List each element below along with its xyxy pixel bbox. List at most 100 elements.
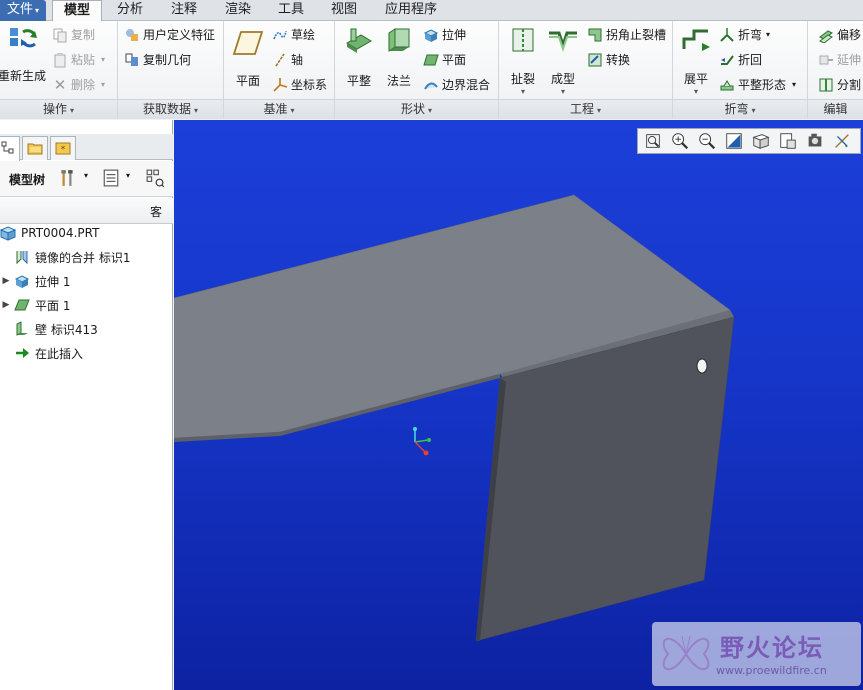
bend-button[interactable]: 折弯 ▾ (719, 26, 770, 43)
tree-item-part[interactable]: PRT0004.PRT (0, 222, 99, 244)
tab-render[interactable]: 渲染 (213, 0, 263, 21)
graphics-viewport[interactable]: * 野火论坛 www.proewildfire.cn (174, 120, 863, 690)
chevron-down-icon: ▾ (693, 87, 698, 96)
corner-relief-button[interactable]: 拐角止裂槽 (587, 26, 666, 43)
udf-icon (126, 28, 138, 41)
boundary-blend-icon (424, 82, 438, 90)
favorites-icon: * (55, 142, 71, 155)
extrude-icon (423, 28, 439, 42)
tree-item-extrude[interactable]: ▶ 拉伸 1 (0, 270, 71, 292)
convert-button[interactable]: 转换 (587, 51, 630, 68)
ribbon: 重新生成 复制 粘贴 ▾ ✕ 删除 ▾ 操作 ▾ 用户定义特征 复制几何 获取数据 ▾ (0, 21, 863, 119)
regenerate-button[interactable]: 重新生成 (0, 24, 46, 83)
wall-icon (16, 321, 28, 336)
sketch-icon (273, 30, 287, 39)
tab-view[interactable]: 视图 (319, 0, 369, 21)
paste-button[interactable]: 粘贴 ▾ (52, 51, 105, 68)
group-label-datum[interactable]: 基准 ▾ (224, 99, 334, 119)
csys-button[interactable]: 坐标系 (272, 76, 327, 93)
chevron-down-icon: ▾ (70, 106, 75, 115)
split-icon (819, 78, 833, 91)
form-button[interactable]: 成型 ▾ (543, 25, 583, 96)
copy-button[interactable]: 复制 (52, 26, 95, 43)
form-icon (549, 31, 577, 53)
flat-wall-button[interactable]: 平整 (339, 25, 379, 89)
tree-item-wall[interactable]: 壁 标识413 (0, 318, 98, 340)
axis-button[interactable]: 轴 (272, 51, 303, 68)
extend-button[interactable]: 延伸 (818, 51, 861, 68)
copy-geometry-button[interactable]: 复制几何 (124, 51, 191, 68)
tree-item-insert-here[interactable]: 在此插入 (0, 342, 83, 364)
plane-wall-button[interactable]: 平面 (423, 51, 466, 68)
chevron-down-icon: ▾ (792, 80, 797, 89)
group-label-operations[interactable]: 操作 ▾ (0, 99, 117, 119)
coordinate-triad (413, 427, 431, 456)
extrude-button[interactable]: 拉伸 (423, 26, 466, 43)
axis-icon (275, 53, 285, 66)
tab-annotate[interactable]: 注释 (159, 0, 209, 21)
flange-wall-button[interactable]: 法兰 (379, 25, 419, 89)
group-label-shapes[interactable]: 形状 ▾ (335, 99, 498, 119)
delete-button[interactable]: ✕ 删除 ▾ (52, 76, 105, 93)
chevron-down-icon: ▾ (520, 87, 525, 96)
tree-filter-button[interactable] (146, 169, 168, 189)
plane-wall-icon (423, 54, 439, 65)
insert-here-icon (16, 348, 29, 358)
bend-back-button[interactable]: 折回 (719, 51, 762, 68)
chevron-down-icon: ▾ (101, 55, 106, 64)
tab-tools[interactable]: 工具 (266, 0, 316, 21)
flatten-form-button[interactable]: 平整形态 ▾ (719, 76, 796, 93)
model-hole (696, 358, 708, 374)
copy-icon (53, 28, 67, 42)
butterfly-logo-icon (662, 635, 710, 671)
tab-model-tree[interactable] (0, 136, 20, 161)
tab-analysis[interactable]: 分析 (105, 0, 155, 21)
forum-watermark: 野火论坛 www.proewildfire.cn (652, 622, 861, 686)
watermark-title: 野火论坛 (720, 634, 824, 662)
chevron-down-icon: ▾ (766, 30, 771, 39)
offset-button[interactable]: 偏移 (818, 26, 861, 43)
delete-x-icon: ✕ (53, 75, 67, 94)
chevron-down-icon: ▾ (101, 80, 106, 89)
tab-applications[interactable]: 应用程序 (372, 0, 450, 21)
group-label-engineering[interactable]: 工程 ▾ (499, 99, 672, 119)
chevron-down-icon: ▾ (597, 106, 602, 115)
datum-plane-button[interactable]: 平面 (228, 27, 268, 89)
split-button[interactable]: 分割 (818, 76, 861, 93)
model-tree-toolbar: 模型树 ▾ ▾ (0, 161, 173, 197)
group-bends: 展平 ▾ 折弯 ▾ 折回 平整形态 ▾ 折弯 ▾ (673, 21, 808, 119)
tab-model[interactable]: 模型 (52, 0, 102, 22)
sketch-button[interactable]: 草绘 (272, 26, 315, 43)
group-label-editing[interactable]: 编辑 (808, 99, 863, 119)
group-label-get-data[interactable]: 获取数据 ▾ (118, 99, 223, 119)
bend-icon (720, 27, 734, 42)
boundary-blend-button[interactable]: 边界混合 (423, 76, 490, 93)
file-menu-button[interactable]: 文件 ▾ (0, 0, 46, 21)
rip-button[interactable]: 扯裂 ▾ (503, 25, 543, 96)
rip-icon (512, 28, 534, 52)
show-options-button[interactable]: ▾ (102, 169, 136, 189)
convert-icon (588, 53, 602, 66)
group-label-bends[interactable]: 折弯 ▾ (673, 99, 807, 119)
tab-favorites[interactable]: * (50, 136, 76, 160)
tab-folder-browser[interactable] (22, 136, 48, 160)
tree-settings-button[interactable]: ▾ (58, 169, 94, 189)
udf-button[interactable]: 用户定义特征 (124, 26, 215, 43)
group-get-data: 用户定义特征 复制几何 获取数据 ▾ (118, 21, 224, 119)
chevron-down-icon: ▾ (751, 106, 756, 115)
plane-icon (14, 299, 30, 311)
tools-icon (61, 170, 73, 186)
sheet-metal-model[interactable] (174, 120, 863, 690)
unbend-button[interactable]: 展平 ▾ (675, 25, 717, 96)
group-shapes: 平整 法兰 拉伸 平面 边界混合 形状 ▾ (335, 21, 499, 119)
menu-tab-bar: 文件 ▾ 模型 分析 注释 渲染 工具 视图 应用程序 (0, 0, 863, 22)
chevron-down-icon: ▾ (126, 171, 131, 180)
expand-arrow-icon[interactable]: ▶ (0, 300, 12, 310)
extend-icon (819, 55, 833, 64)
tree-item-mirror-merge[interactable]: 镜像的合并 标识1 (0, 246, 130, 268)
flange-wall-icon (388, 28, 410, 52)
column-header-label[interactable]: 客 (150, 203, 162, 220)
group-editing: 偏移 延伸 分割 编辑 (808, 21, 863, 119)
tree-item-plane[interactable]: ▶ 平面 1 (0, 294, 71, 316)
expand-arrow-icon[interactable]: ▶ (0, 276, 12, 286)
